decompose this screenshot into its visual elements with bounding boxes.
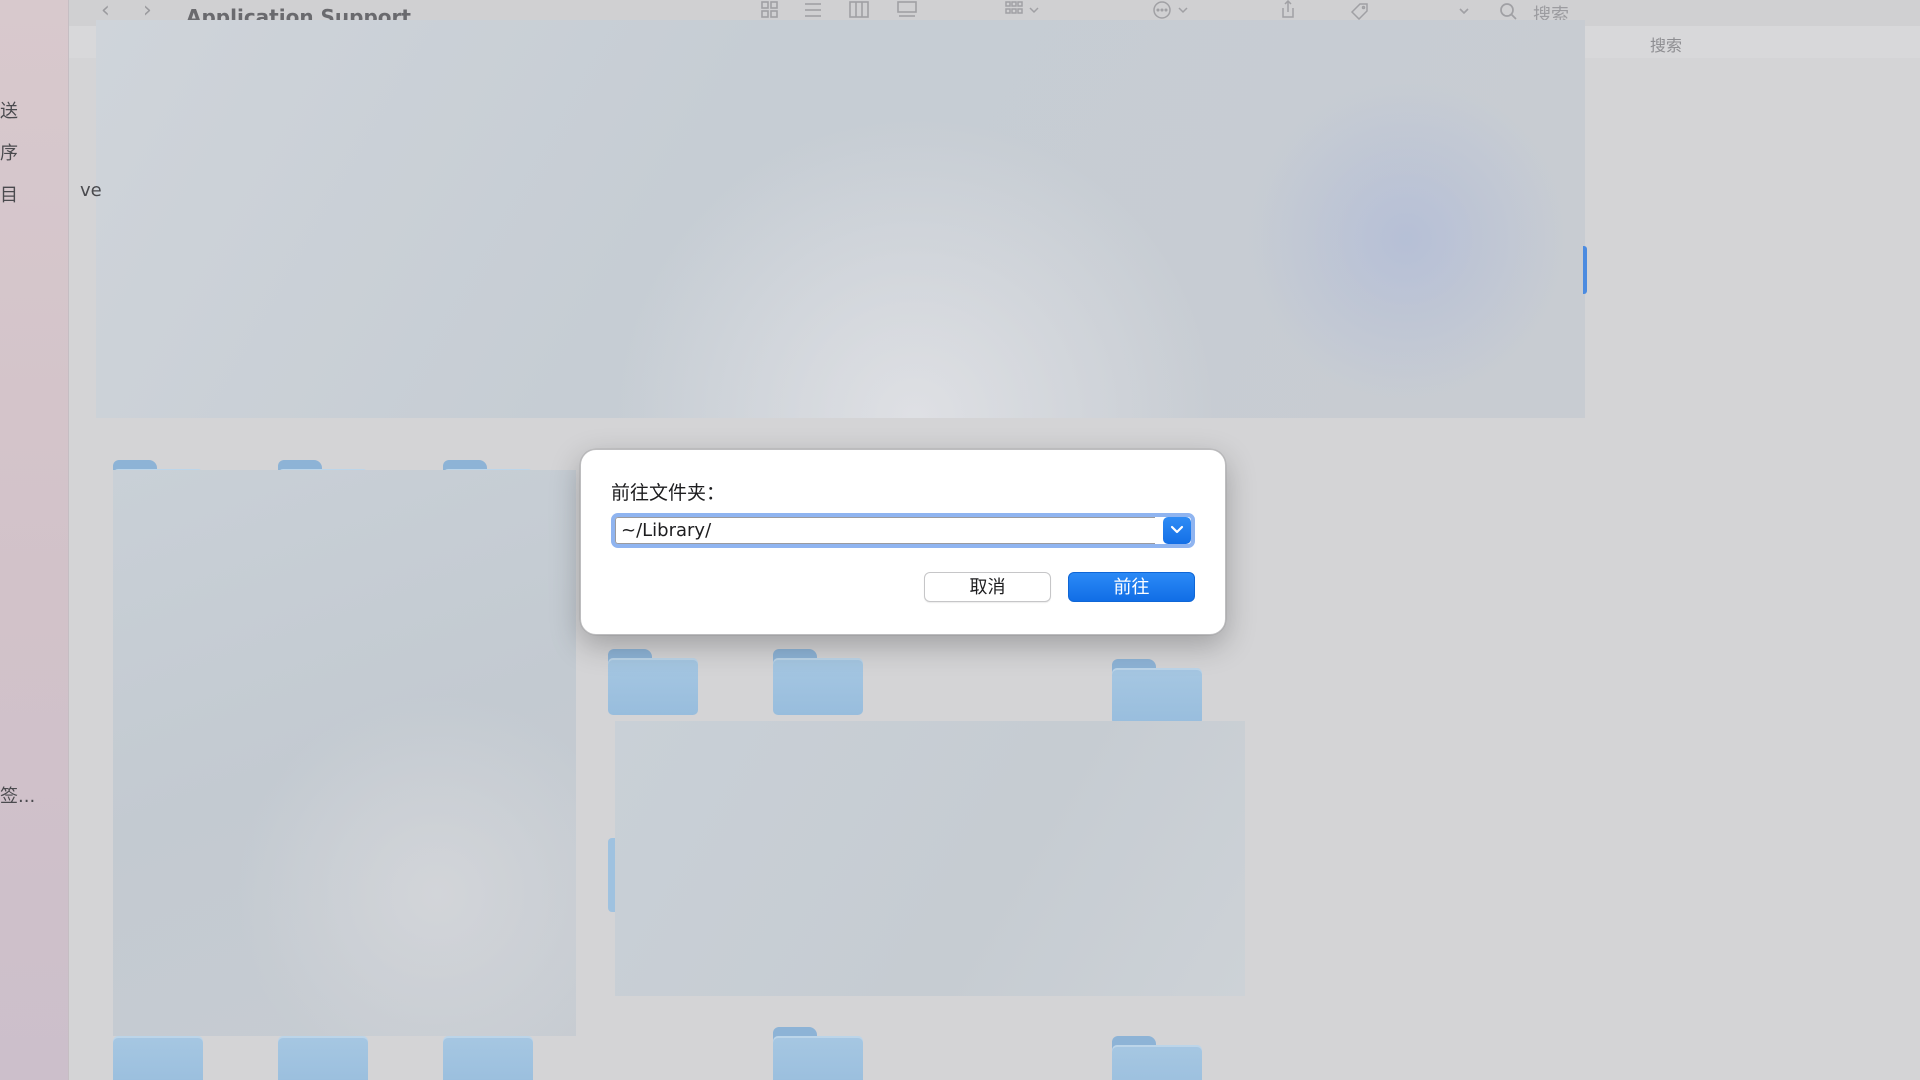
list-view-icon[interactable] [802,0,824,20]
chevron-down-icon [1170,525,1184,534]
sidebar-item-applications[interactable]: 序 [0,139,18,165]
go-to-folder-dialog: 前往文件夹： 取消 前往 [580,449,1226,635]
sidebar-item-tags[interactable]: 签... [0,782,35,808]
path-input[interactable] [615,517,1155,544]
finder-sidebar: 送 序 目 签... [0,0,69,1080]
share-icon[interactable] [1277,0,1299,20]
sidebar-item-documents[interactable]: 目 [0,181,18,207]
toolbar-overflow-chevron-icon[interactable] [1453,0,1475,20]
path-history-dropdown-button[interactable] [1163,517,1191,544]
group-menu-icon[interactable] [1003,0,1043,20]
selection-highlight-edge [1583,246,1587,294]
sidebar-item-airdrop[interactable]: 送 [0,97,18,123]
dialog-label: 前往文件夹： [611,482,726,504]
gallery-view-icon[interactable] [896,0,918,20]
folder-icon[interactable] [608,649,698,721]
tag-icon[interactable] [1348,0,1370,20]
folder-icon[interactable] [773,649,863,721]
go-button[interactable]: 前往 [1068,572,1195,602]
folder-icon[interactable] [443,1036,533,1080]
header-search-label[interactable]: 搜索 [1650,32,1682,56]
folder-icon[interactable] [1112,1036,1202,1080]
more-actions-icon[interactable] [1151,0,1195,20]
folder-icon[interactable] [113,1036,203,1080]
back-chevron-icon[interactable]: ‹ [101,0,110,22]
cancel-button[interactable]: 取消 [924,572,1051,602]
blurred-region-middle [615,721,1245,996]
icon-view-icon[interactable] [759,0,781,20]
blurred-region-left [113,470,576,1036]
folder-icon[interactable] [1112,659,1202,725]
folder-icon[interactable] [278,1036,368,1080]
column-view-icon[interactable] [848,0,870,20]
clipped-item-label: ve [80,180,102,201]
forward-chevron-icon[interactable]: › [143,0,152,22]
blurred-region-top [96,20,1585,418]
folder-icon[interactable] [773,1027,863,1080]
path-combo-box[interactable] [611,513,1195,548]
